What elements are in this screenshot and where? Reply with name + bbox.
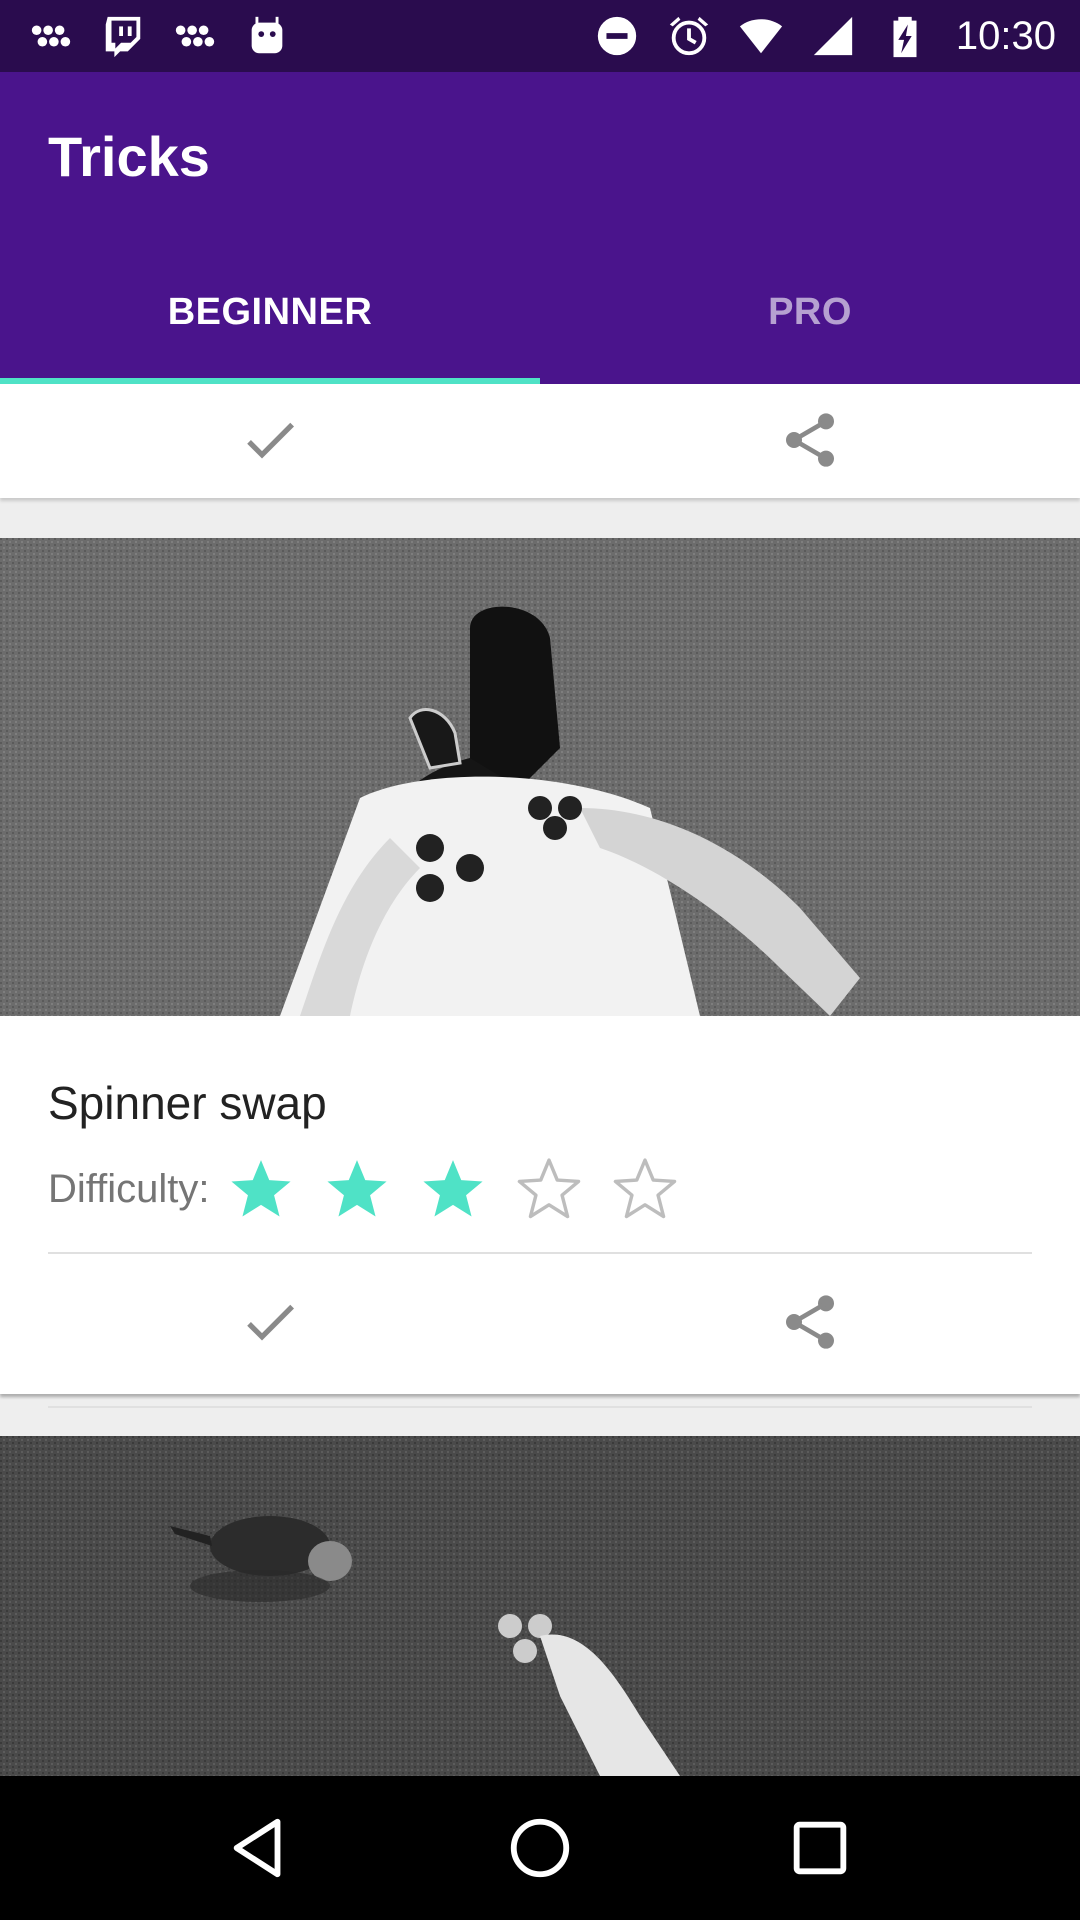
divider — [48, 1406, 1032, 1408]
divider — [48, 1252, 1032, 1254]
page-title: Tricks — [48, 125, 210, 188]
dots-icon — [28, 13, 74, 59]
trick-card[interactable] — [0, 1436, 1080, 1776]
status-bar: 10:30 — [0, 0, 1080, 72]
share-icon — [786, 1295, 834, 1349]
check-button[interactable] — [230, 1282, 310, 1362]
twitch-icon — [100, 13, 146, 59]
check-button[interactable] — [230, 400, 310, 480]
trick-video-thumbnail[interactable] — [0, 538, 1080, 1016]
star-filled-icon — [420, 1156, 486, 1222]
wifi-icon — [738, 13, 784, 59]
android-icon — [244, 13, 290, 59]
home-button[interactable] — [495, 1803, 585, 1893]
recents-icon — [793, 1821, 847, 1875]
navigation-bar — [0, 1776, 1080, 1920]
do-not-disturb-icon — [594, 13, 640, 59]
trick-video-thumbnail[interactable] — [0, 1436, 1080, 1776]
trick-title: Spinner swap — [48, 1077, 327, 1129]
back-icon — [233, 1818, 281, 1878]
signal-icon — [810, 13, 856, 59]
star-filled-icon — [324, 1156, 390, 1222]
difficulty-rating — [228, 1156, 708, 1222]
tricks-list[interactable]: Spinner swap Difficulty: — [0, 384, 1080, 1776]
app-bar: Tricks BEGINNER PRO — [0, 72, 1080, 384]
share-button[interactable] — [770, 1282, 850, 1362]
check-icon — [247, 422, 294, 459]
check-icon — [247, 1304, 294, 1341]
battery-charging-icon — [882, 13, 928, 59]
clock: 10:30 — [955, 13, 1056, 58]
recents-button[interactable] — [775, 1803, 865, 1893]
back-button[interactable] — [215, 1803, 305, 1893]
alarm-icon — [666, 13, 712, 59]
share-button[interactable] — [770, 400, 850, 480]
star-empty-icon — [612, 1156, 678, 1222]
tab-pro[interactable]: PRO — [540, 240, 1080, 384]
card-actions — [0, 384, 1080, 498]
tab-bar: BEGINNER PRO — [0, 240, 1080, 384]
card-actions — [0, 1252, 1080, 1394]
star-filled-icon — [228, 1156, 294, 1222]
share-icon — [786, 413, 834, 467]
star-empty-icon — [516, 1156, 582, 1222]
tab-beginner[interactable]: BEGINNER — [0, 240, 540, 384]
home-icon — [510, 1818, 570, 1878]
difficulty-label: Difficulty: — [48, 1166, 210, 1211]
dots-icon — [172, 13, 218, 59]
difficulty-row: Difficulty: — [48, 1156, 708, 1222]
